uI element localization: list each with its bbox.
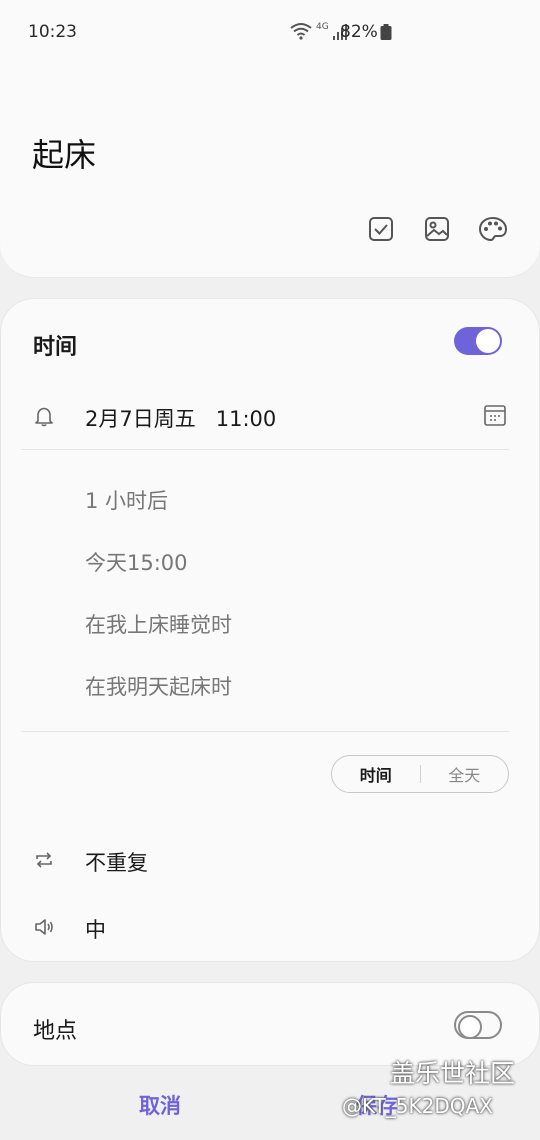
network-type: 4G — [316, 22, 329, 32]
time-section-title: 时间 — [33, 335, 78, 360]
reminder-datetime[interactable]: 2月7日周五 11:00 — [85, 403, 276, 433]
watermark-text: 盖乐世社区 — [390, 1059, 516, 1088]
battery-icon — [380, 24, 392, 40]
suggestion-item[interactable]: 在我上床睡觉时 — [85, 609, 232, 639]
reminder-title[interactable]: 起床 — [32, 130, 96, 176]
volume-icon — [35, 919, 53, 935]
bell-icon — [35, 407, 53, 427]
header-card: 10:23 4G 82% 起床 — [0, 0, 540, 278]
divider — [21, 731, 509, 732]
time-toggle[interactable] — [454, 327, 502, 355]
calendar-icon[interactable] — [483, 403, 507, 427]
repeat-setting[interactable]: 不重复 — [85, 847, 148, 877]
cancel-button[interactable]: 取消 — [139, 1090, 181, 1120]
mode-tab-time[interactable]: 时间 — [332, 762, 420, 786]
status-icons: 4G — [290, 22, 347, 40]
volume-setting[interactable]: 中 — [85, 914, 106, 944]
location-toggle[interactable] — [454, 1011, 502, 1039]
suggestion-item[interactable]: 今天15:00 — [85, 547, 188, 577]
suggestion-item[interactable]: 在我明天起床时 — [85, 671, 232, 701]
mode-tab-all-day[interactable]: 全天 — [421, 762, 509, 786]
repeat-icon — [36, 852, 52, 868]
checkbox-icon[interactable] — [366, 214, 396, 244]
battery-percent: 82% — [340, 22, 378, 42]
header-tools — [366, 214, 508, 244]
location-section-title: 地点 — [33, 1019, 78, 1044]
time-card: 时间 2月7日周五 11:00 1 小时后 今天15:00 在我上床睡觉时 在我… — [0, 298, 540, 962]
divider — [21, 449, 509, 450]
status-time: 10:23 — [28, 22, 77, 42]
wifi-icon — [290, 23, 312, 40]
palette-icon[interactable] — [478, 214, 508, 244]
suggestion-item[interactable]: 1 小时后 — [85, 485, 168, 515]
time-mode-segmented-control: 时间 全天 — [331, 755, 509, 793]
watermark-handle: @KT_5K2DQAX — [342, 1094, 493, 1118]
image-icon[interactable] — [422, 214, 452, 244]
